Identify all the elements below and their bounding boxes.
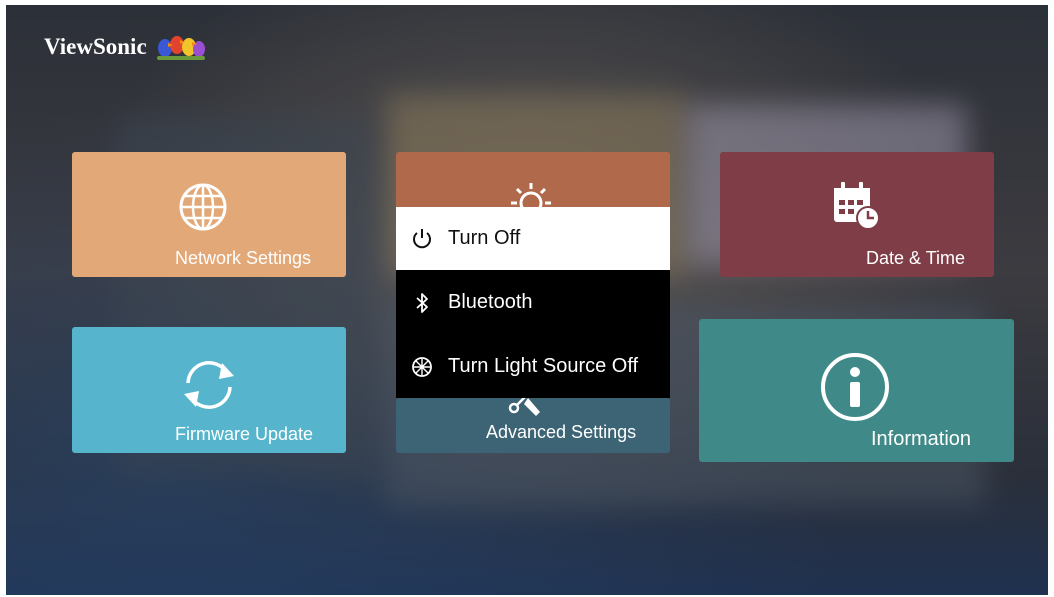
globe-icon (179, 183, 227, 231)
menu-item-turn-off[interactable]: Turn Off (396, 207, 670, 270)
information-tile[interactable]: Information (699, 319, 1014, 462)
menu-item-label: Bluetooth (448, 291, 533, 313)
info-icon (821, 353, 889, 421)
menu-item-label: Turn Light Source Off (448, 355, 639, 377)
tools-icon (508, 398, 540, 416)
light-source-off-icon (410, 355, 434, 379)
power-popup-menu: Turn Off Bluetooth Turn Light Source Off (396, 207, 670, 398)
advanced-settings-tile[interactable]: Advanced Settings (396, 398, 670, 453)
menu-item-label: Turn Off (448, 227, 521, 249)
firmware-update-tile[interactable]: Firmware Update (72, 327, 346, 453)
tile-label: Date & Time (866, 248, 966, 268)
menu-item-turn-light-source-off[interactable]: Turn Light Source Off (396, 335, 670, 398)
tile-label: Information (871, 428, 972, 450)
calendar-clock-icon (834, 182, 880, 230)
brand-logo: ViewSonic (44, 32, 207, 62)
menu-item-bluetooth[interactable]: Bluetooth (396, 271, 670, 334)
tile-label: Firmware Update (175, 424, 314, 444)
launcher-screen: ViewSonic Network Settings Date & Time F… (6, 5, 1048, 595)
birds-logo-icon (156, 36, 205, 60)
brand-name: ViewSonic (44, 34, 147, 59)
refresh-icon (184, 361, 234, 409)
advanced-settings-tile-top[interactable] (396, 152, 670, 212)
date-time-tile[interactable]: Date & Time (720, 152, 994, 277)
tile-label: Network Settings (175, 248, 312, 268)
power-icon (410, 227, 434, 251)
network-settings-tile[interactable]: Network Settings (72, 152, 346, 277)
bluetooth-icon (410, 291, 434, 315)
tile-label: Advanced Settings (486, 422, 637, 442)
